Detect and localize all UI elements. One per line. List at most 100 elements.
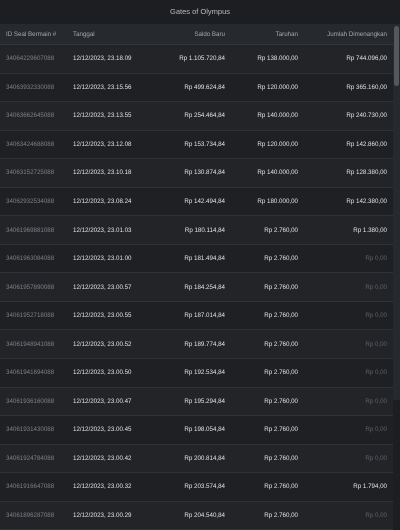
cell-balance: Rp 184.254,84 <box>154 272 229 302</box>
cell-round-id[interactable]: 34061952718088 <box>0 301 69 331</box>
cell-balance: Rp 198.054,84 <box>154 415 229 445</box>
cell-round-id[interactable]: 34061931430088 <box>0 415 69 445</box>
table-row[interactable]: 34061941694088 12/12/2023, 23.00.50 Rp 192… <box>0 358 393 388</box>
table-row[interactable]: 34061963084088 12/12/2023, 23.01.00 Rp 181… <box>0 244 393 274</box>
cell-date: 12/12/2023, 23.00.45 <box>69 415 154 445</box>
cell-round-id[interactable]: 34063152725088 <box>0 158 69 188</box>
cell-date: 12/12/2023, 23.00.47 <box>69 387 154 417</box>
table-row[interactable]: 34063424688088 12/12/2023, 23.12.08 Rp 153… <box>0 130 393 160</box>
column-header-bet[interactable]: Taruhan <box>229 24 302 45</box>
cell-balance: Rp 195.294,84 <box>154 387 229 417</box>
cell-balance: Rp 499.624,84 <box>154 73 229 103</box>
cell-date: 12/12/2023, 23.01.00 <box>69 244 154 274</box>
cell-win: Rp 128.380,00 <box>302 158 393 188</box>
table-row[interactable]: 34061969881088 12/12/2023, 23.01.03 Rp 180… <box>0 215 393 245</box>
cell-date: 12/12/2023, 23.00.32 <box>69 472 154 502</box>
cell-win: Rp 0,00 <box>302 301 393 331</box>
cell-win: Rp 744.096,00 <box>302 44 393 74</box>
cell-balance: Rp 1.105.720,84 <box>154 44 229 74</box>
table-row[interactable]: 34061924784088 12/12/2023, 23.00.42 Rp 200… <box>0 444 393 474</box>
table-row[interactable]: 34063662645088 12/12/2023, 23.13.55 Rp 254… <box>0 101 393 131</box>
scrollbar-thumb[interactable] <box>394 26 399 86</box>
table-body: 34064229607088 12/12/2023, 23.18.09 Rp 1.1… <box>0 44 393 530</box>
cell-round-id[interactable]: 34063662645088 <box>0 101 69 131</box>
cell-balance: Rp 203.574,84 <box>154 472 229 502</box>
cell-date: 12/12/2023, 23.00.55 <box>69 301 154 331</box>
cell-win: Rp 240.730,00 <box>302 101 393 131</box>
cell-date: 12/12/2023, 23.10.18 <box>69 158 154 188</box>
cell-win: Rp 0,00 <box>302 415 393 445</box>
cell-win: Rp 0,00 <box>302 272 393 302</box>
cell-balance: Rp 187.014,84 <box>154 301 229 331</box>
cell-win: Rp 0,00 <box>302 329 393 360</box>
cell-date: 12/12/2023, 23.15.56 <box>69 73 154 103</box>
table-row[interactable]: 34063932330088 12/12/2023, 23.15.56 Rp 499… <box>0 73 393 103</box>
table-row[interactable]: 34061936160088 12/12/2023, 23.00.47 Rp 195… <box>0 387 393 417</box>
cell-date: 12/12/2023, 23.00.50 <box>69 358 154 388</box>
cell-bet: Rp 120.000,00 <box>229 130 302 160</box>
cell-balance: Rp 192.534,84 <box>154 358 229 388</box>
cell-win: Rp 0,00 <box>302 501 393 530</box>
table-row[interactable]: 34061931430088 12/12/2023, 23.00.45 Rp 198… <box>0 415 393 445</box>
cell-bet: Rp 2.760,00 <box>229 215 302 245</box>
cell-bet: Rp 2.760,00 <box>229 501 302 530</box>
table-row[interactable]: 34061916647088 12/12/2023, 23.00.32 Rp 203… <box>0 472 393 502</box>
cell-win: Rp 1.380,00 <box>302 215 393 245</box>
table-row[interactable]: 34062932534088 12/12/2023, 23.08.24 Rp 142… <box>0 187 393 217</box>
cell-win: Rp 0,00 <box>302 244 393 274</box>
cell-round-id[interactable]: 34061948941088 <box>0 329 69 360</box>
cell-round-id[interactable]: 34061969881088 <box>0 215 69 245</box>
column-header-balance[interactable]: Saldo Baru <box>154 24 229 45</box>
table-row[interactable]: 34064229607088 12/12/2023, 23.18.09 Rp 1.1… <box>0 44 393 74</box>
table-row[interactable]: 34061948941088 12/12/2023, 23.00.52 Rp 189… <box>0 329 393 360</box>
cell-round-id[interactable]: 34061957890088 <box>0 272 69 302</box>
cell-bet: Rp 2.760,00 <box>229 329 302 360</box>
cell-date: 12/12/2023, 23.13.55 <box>69 101 154 131</box>
cell-round-id[interactable]: 34061941694088 <box>0 358 69 388</box>
cell-round-id[interactable]: 34061916647088 <box>0 472 69 502</box>
cell-round-id[interactable]: 34061896287088 <box>0 501 69 530</box>
table-header: ID Seal Bermain # Tanggal Saldo Baru Tar… <box>0 24 393 45</box>
cell-balance: Rp 180.114,84 <box>154 215 229 245</box>
history-table-container: ID Seal Bermain # Tanggal Saldo Baru Tar… <box>0 24 393 530</box>
bet-history-table: ID Seal Bermain # Tanggal Saldo Baru Tar… <box>0 24 393 530</box>
cell-bet: Rp 2.760,00 <box>229 472 302 502</box>
cell-round-id[interactable]: 34064229607088 <box>0 44 69 74</box>
cell-date: 12/12/2023, 23.00.29 <box>69 501 154 530</box>
cell-win: Rp 0,00 <box>302 387 393 417</box>
cell-bet: Rp 140.000,00 <box>229 101 302 131</box>
cell-balance: Rp 189.774,84 <box>154 329 229 360</box>
column-header-date[interactable]: Tanggal <box>69 24 154 45</box>
cell-date: 12/12/2023, 23.00.52 <box>69 329 154 360</box>
cell-round-id[interactable]: 34062932534088 <box>0 187 69 217</box>
column-header-win[interactable]: Jumlah Dimenangkan <box>302 24 393 45</box>
cell-date: 12/12/2023, 23.08.24 <box>69 187 154 217</box>
cell-round-id[interactable]: 34061963084088 <box>0 244 69 274</box>
cell-bet: Rp 138.000,00 <box>229 44 302 74</box>
cell-bet: Rp 2.760,00 <box>229 272 302 302</box>
table-row[interactable]: 34061896287088 12/12/2023, 23.00.29 Rp 204… <box>0 501 393 530</box>
cell-bet: Rp 2.760,00 <box>229 387 302 417</box>
cell-round-id[interactable]: 34063932330088 <box>0 73 69 103</box>
vertical-scrollbar[interactable] <box>393 24 400 400</box>
cell-balance: Rp 254.464,84 <box>154 101 229 131</box>
cell-round-id[interactable]: 34063424688088 <box>0 130 69 160</box>
cell-bet: Rp 2.760,00 <box>229 358 302 388</box>
cell-date: 12/12/2023, 23.00.57 <box>69 272 154 302</box>
cell-win: Rp 142.380,00 <box>302 187 393 217</box>
cell-round-id[interactable]: 34061924784088 <box>0 444 69 474</box>
cell-balance: Rp 142.494,84 <box>154 187 229 217</box>
cell-round-id[interactable]: 34061936160088 <box>0 387 69 417</box>
cell-bet: Rp 140.000,00 <box>229 158 302 188</box>
table-row[interactable]: 34063152725088 12/12/2023, 23.10.18 Rp 130… <box>0 158 393 188</box>
cell-win: Rp 142.860,00 <box>302 130 393 160</box>
cell-date: 12/12/2023, 23.00.42 <box>69 444 154 474</box>
cell-balance: Rp 200.814,84 <box>154 444 229 474</box>
cell-bet: Rp 2.760,00 <box>229 244 302 274</box>
cell-bet: Rp 2.760,00 <box>229 301 302 331</box>
cell-win: Rp 0,00 <box>302 358 393 388</box>
cell-bet: Rp 2.760,00 <box>229 415 302 445</box>
column-header-id[interactable]: ID Seal Bermain # <box>0 24 69 45</box>
table-row[interactable]: 34061952718088 12/12/2023, 23.00.55 Rp 187… <box>0 301 393 331</box>
table-row[interactable]: 34061957890088 12/12/2023, 23.00.57 Rp 184… <box>0 272 393 302</box>
